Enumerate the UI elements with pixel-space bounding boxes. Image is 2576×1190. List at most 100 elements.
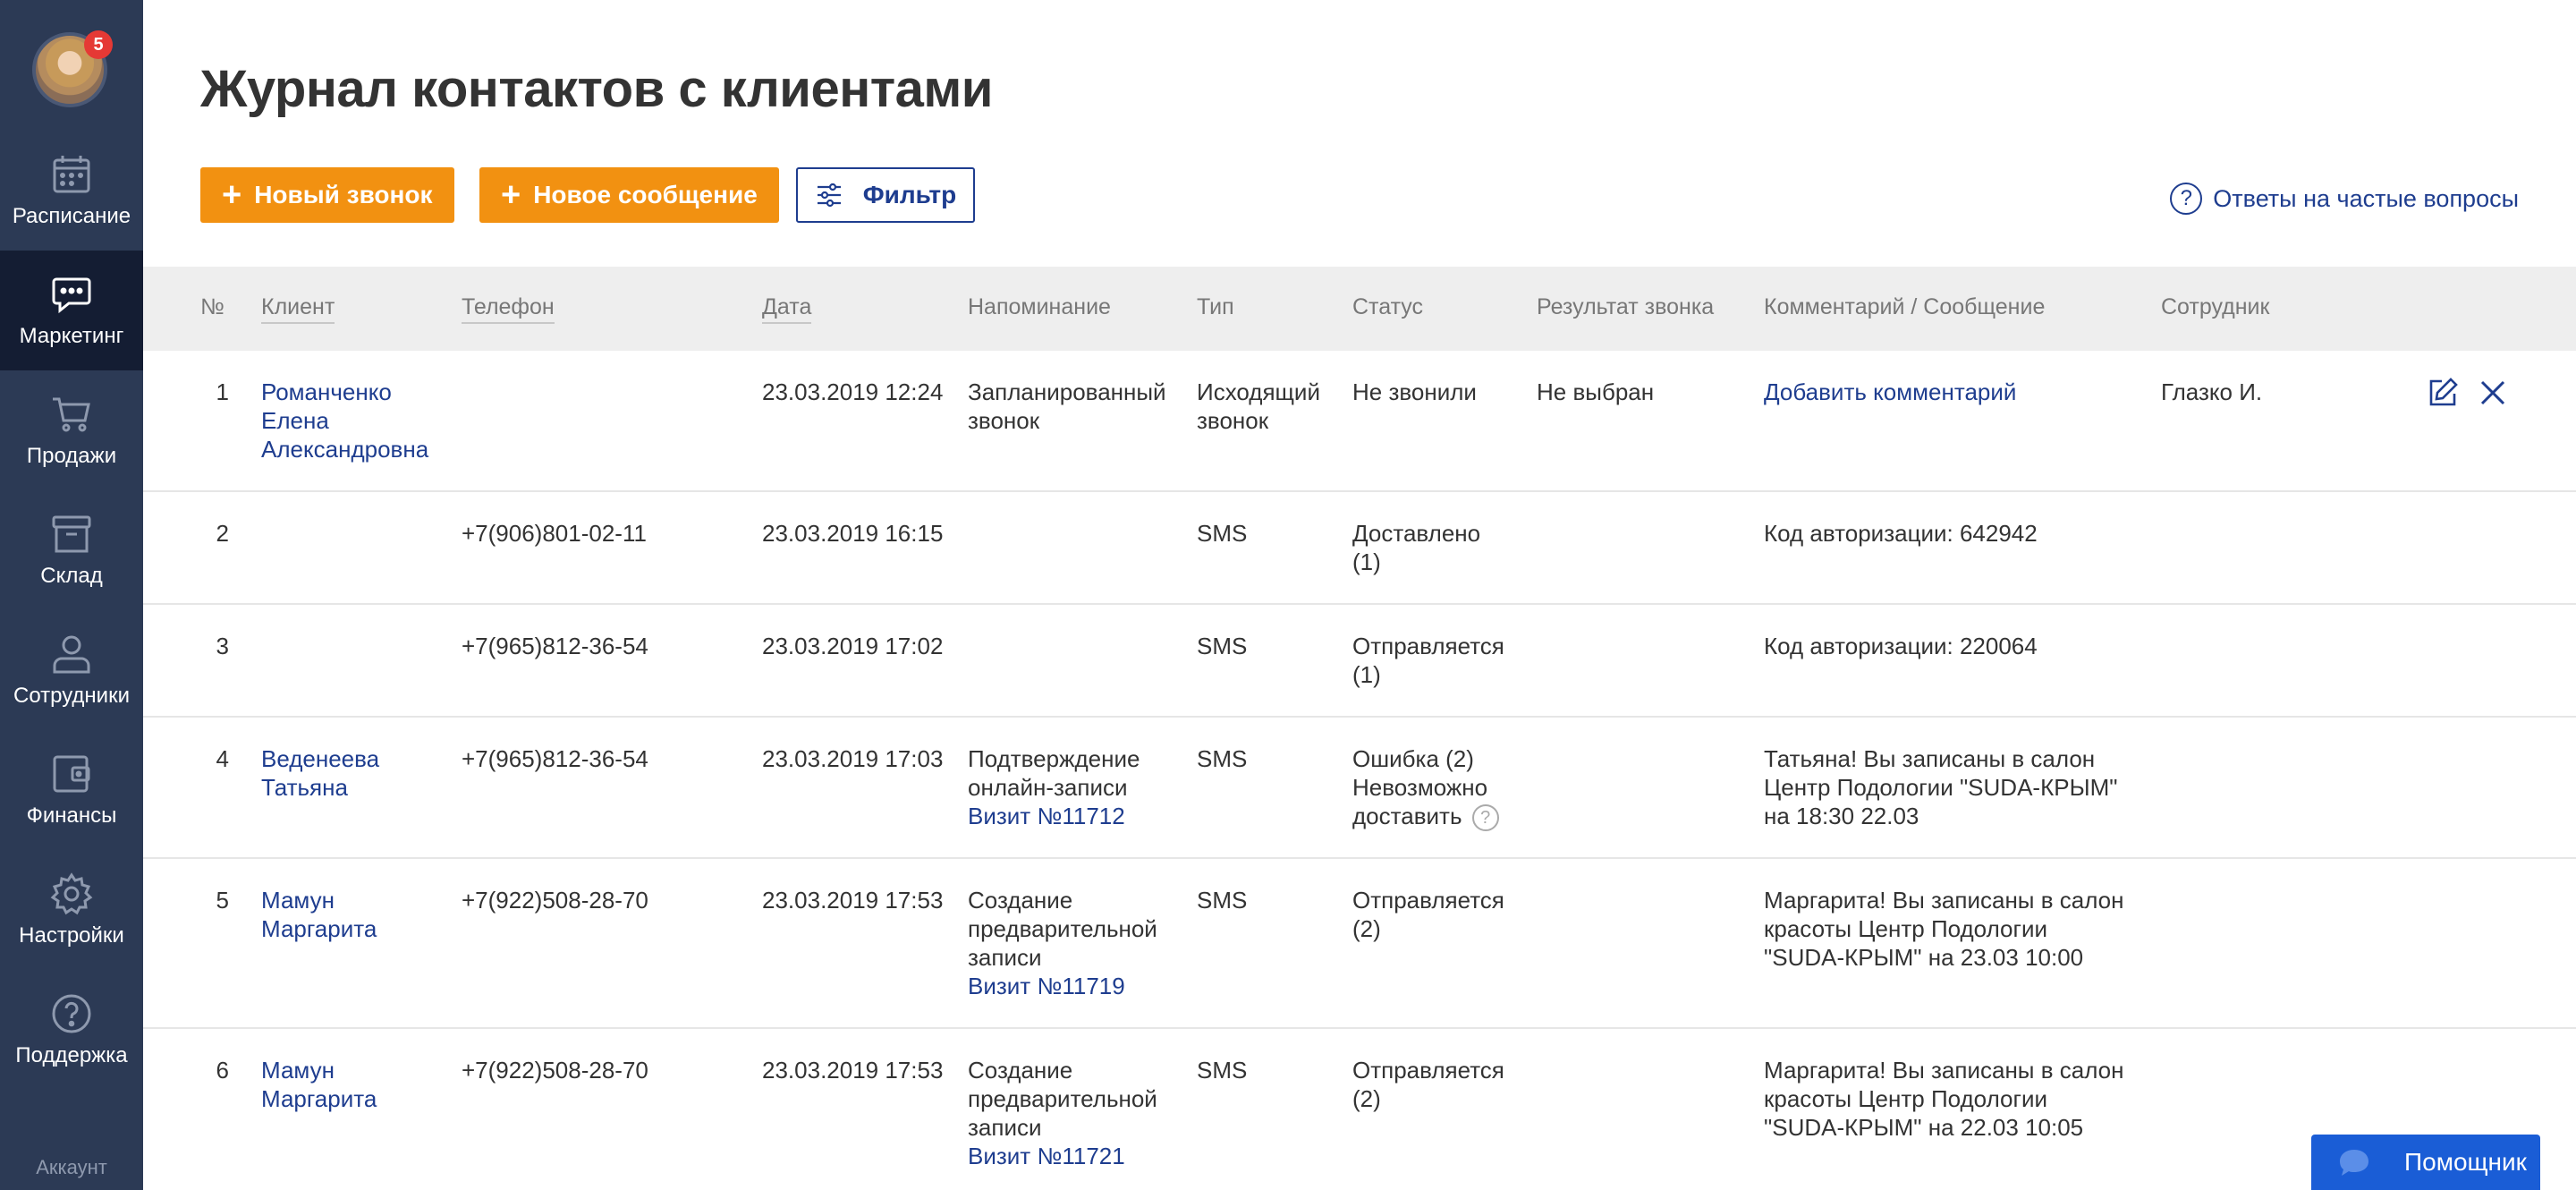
type-cell: SMS — [1197, 1057, 1248, 1084]
comment-cell: Маргарита! Вы записаны в салон красоты Ц… — [1764, 886, 2124, 972]
status-line: Отправляется — [1352, 887, 1504, 914]
new-message-button[interactable]: + Новое сообщение — [479, 167, 779, 223]
employee-cell: Глазко И. — [2161, 378, 2263, 405]
header-date[interactable]: Дата — [762, 294, 812, 324]
comment-line: Маргарита! Вы записаны в салон — [1764, 887, 2124, 914]
client-name-line: Мамун — [261, 887, 335, 914]
visit-link[interactable]: Визит №11721 — [968, 1142, 1157, 1170]
table-row[interactable]: 1 Романченко Елена Александровна 23.03.2… — [143, 351, 2576, 492]
header-client[interactable]: Клиент — [261, 294, 335, 324]
date-cell: 23.03.2019 16:15 — [762, 520, 944, 547]
help-icon — [52, 994, 91, 1033]
status-cell: Отправляется (2) — [1352, 1056, 1504, 1113]
client-link[interactable]: Мамун Маргарита — [261, 1056, 377, 1113]
sidebar-item-label: Маркетинг — [19, 324, 124, 348]
row-num: 3 — [216, 633, 229, 659]
comment-line: Татьяна! Вы записаны в салон — [1764, 745, 2096, 772]
sidebar: 5 Расписание Маркетинг Продажи Склад Сот… — [0, 0, 143, 1190]
table-row[interactable]: 3 +7(965)812-36-54 23.03.2019 17:02 SMS … — [143, 605, 2576, 718]
status-line-with-help: доставить ? — [1352, 802, 1499, 832]
status-cell: Не звонили — [1352, 378, 1477, 406]
table-row[interactable]: 4 Веденеева Татьяна +7(965)812-36-54 23.… — [143, 718, 2576, 859]
header-comment: Комментарий / Сообщение — [1764, 294, 2046, 319]
status-cell: Отправляется (2) — [1352, 886, 1504, 943]
comment-line: красоты Центр Подологии — [1764, 1085, 2048, 1112]
faq-label: Ответы на частые вопросы — [2213, 184, 2519, 212]
reminder-line: Запланированный — [968, 378, 1166, 405]
table-row[interactable]: 6 Мамун Маргарита +7(922)508-28-70 23.03… — [143, 1029, 2576, 1190]
sidebar-item-schedule[interactable]: Расписание — [0, 131, 143, 251]
sidebar-item-finance[interactable]: Финансы — [0, 730, 143, 850]
row-num: 1 — [216, 378, 229, 405]
reminder-line: Создание — [968, 1057, 1073, 1084]
status-line: Ошибка (2) — [1352, 745, 1474, 772]
result-cell: Не выбран — [1537, 378, 1655, 405]
client-link[interactable]: Мамун Маргарита — [261, 886, 377, 943]
comment-line: Маргарита! Вы записаны в салон — [1764, 1057, 2124, 1084]
comment-cell: Код авторизации: 642942 — [1764, 520, 2038, 547]
client-link[interactable]: Романченко Елена Александровна — [261, 378, 428, 463]
phone-cell: +7(965)812-36-54 — [462, 633, 648, 659]
type-line: звонок — [1197, 407, 1269, 434]
sidebar-item-label: Сотрудники — [13, 684, 130, 708]
date-cell: 23.03.2019 12:24 — [762, 378, 944, 405]
status-line: (2) — [1352, 915, 1381, 942]
client-name-line: Романченко — [261, 378, 392, 405]
status-line: Отправляется — [1352, 1057, 1504, 1084]
header-type: Тип — [1197, 294, 1234, 319]
faq-link[interactable]: ? Ответы на частые вопросы — [2170, 183, 2519, 215]
sliders-icon — [817, 183, 841, 208]
phone-cell: +7(922)508-28-70 — [462, 1057, 648, 1084]
edit-icon[interactable] — [2426, 376, 2460, 410]
status-line: Отправляется — [1352, 633, 1504, 659]
client-link[interactable]: Веденеева Татьяна — [261, 744, 379, 802]
status-line: (1) — [1352, 548, 1381, 575]
reminder-cell: Запланированный звонок — [968, 378, 1166, 435]
table-row[interactable]: 5 Мамун Маргарита +7(922)508-28-70 23.03… — [143, 859, 2576, 1029]
reminder-line: записи — [968, 1114, 1042, 1141]
sidebar-item-settings[interactable]: Настройки — [0, 850, 143, 970]
notification-badge: 5 — [84, 30, 113, 59]
reminder-line: Подтверждение — [968, 745, 1140, 772]
type-cell: Исходящий звонок — [1197, 378, 1320, 435]
comment-line: "SUDA-КРЫМ" на 23.03 10:00 — [1764, 944, 2084, 971]
add-comment-link[interactable]: Добавить комментарий — [1764, 378, 2016, 406]
status-line: Невозможно — [1352, 774, 1488, 801]
date-cell: 23.03.2019 17:03 — [762, 745, 944, 772]
plus-icon: + — [501, 176, 521, 214]
new-call-button[interactable]: + Новый звонок — [200, 167, 454, 223]
reminder-cell: Подтверждение онлайн-записи Визит №11712 — [968, 744, 1140, 830]
comment-cell: Код авторизации: 220064 — [1764, 633, 2038, 659]
visit-link[interactable]: Визит №11712 — [968, 802, 1140, 830]
row-num: 2 — [216, 520, 229, 547]
table-header: № Клиент Телефон Дата Напоминание Тип Ст… — [143, 267, 2576, 351]
reminder-line: звонок — [968, 407, 1040, 434]
sidebar-item-support[interactable]: Поддержка — [0, 970, 143, 1090]
question-icon[interactable]: ? — [1471, 804, 1499, 832]
page-title: Журнал контактов с клиентами — [200, 60, 993, 118]
new-call-label: Новый звонок — [254, 181, 433, 208]
comment-line: на 18:30 22.03 — [1764, 803, 1919, 829]
type-cell: SMS — [1197, 745, 1248, 772]
header-phone[interactable]: Телефон — [462, 294, 555, 324]
sidebar-item-staff[interactable]: Сотрудники — [0, 610, 143, 730]
sidebar-item-marketing[interactable]: Маркетинг — [0, 251, 143, 370]
status-line: Доставлено — [1352, 520, 1481, 547]
phone-cell: +7(965)812-36-54 — [462, 745, 648, 772]
close-icon[interactable] — [2476, 376, 2510, 410]
client-name-line: Татьяна — [261, 774, 348, 801]
type-line: Исходящий — [1197, 378, 1320, 405]
filter-button[interactable]: Фильтр — [796, 167, 975, 223]
sidebar-item-warehouse[interactable]: Склад — [0, 490, 143, 610]
table-row[interactable]: 2 +7(906)801-02-11 23.03.2019 16:15 SMS … — [143, 492, 2576, 605]
helper-label: Помощник — [2404, 1148, 2527, 1176]
status-line: (2) — [1352, 1085, 1381, 1112]
comment-cell: Маргарита! Вы записаны в салон красоты Ц… — [1764, 1056, 2124, 1142]
helper-button[interactable]: Помощник — [2311, 1135, 2540, 1190]
avatar[interactable]: 5 — [32, 30, 113, 107]
account-label[interactable]: Аккаунт — [0, 1156, 143, 1179]
wallet-icon — [53, 755, 90, 793]
header-status: Статус — [1352, 294, 1424, 319]
sidebar-item-sales[interactable]: Продажи — [0, 370, 143, 490]
visit-link[interactable]: Визит №11719 — [968, 972, 1157, 1000]
